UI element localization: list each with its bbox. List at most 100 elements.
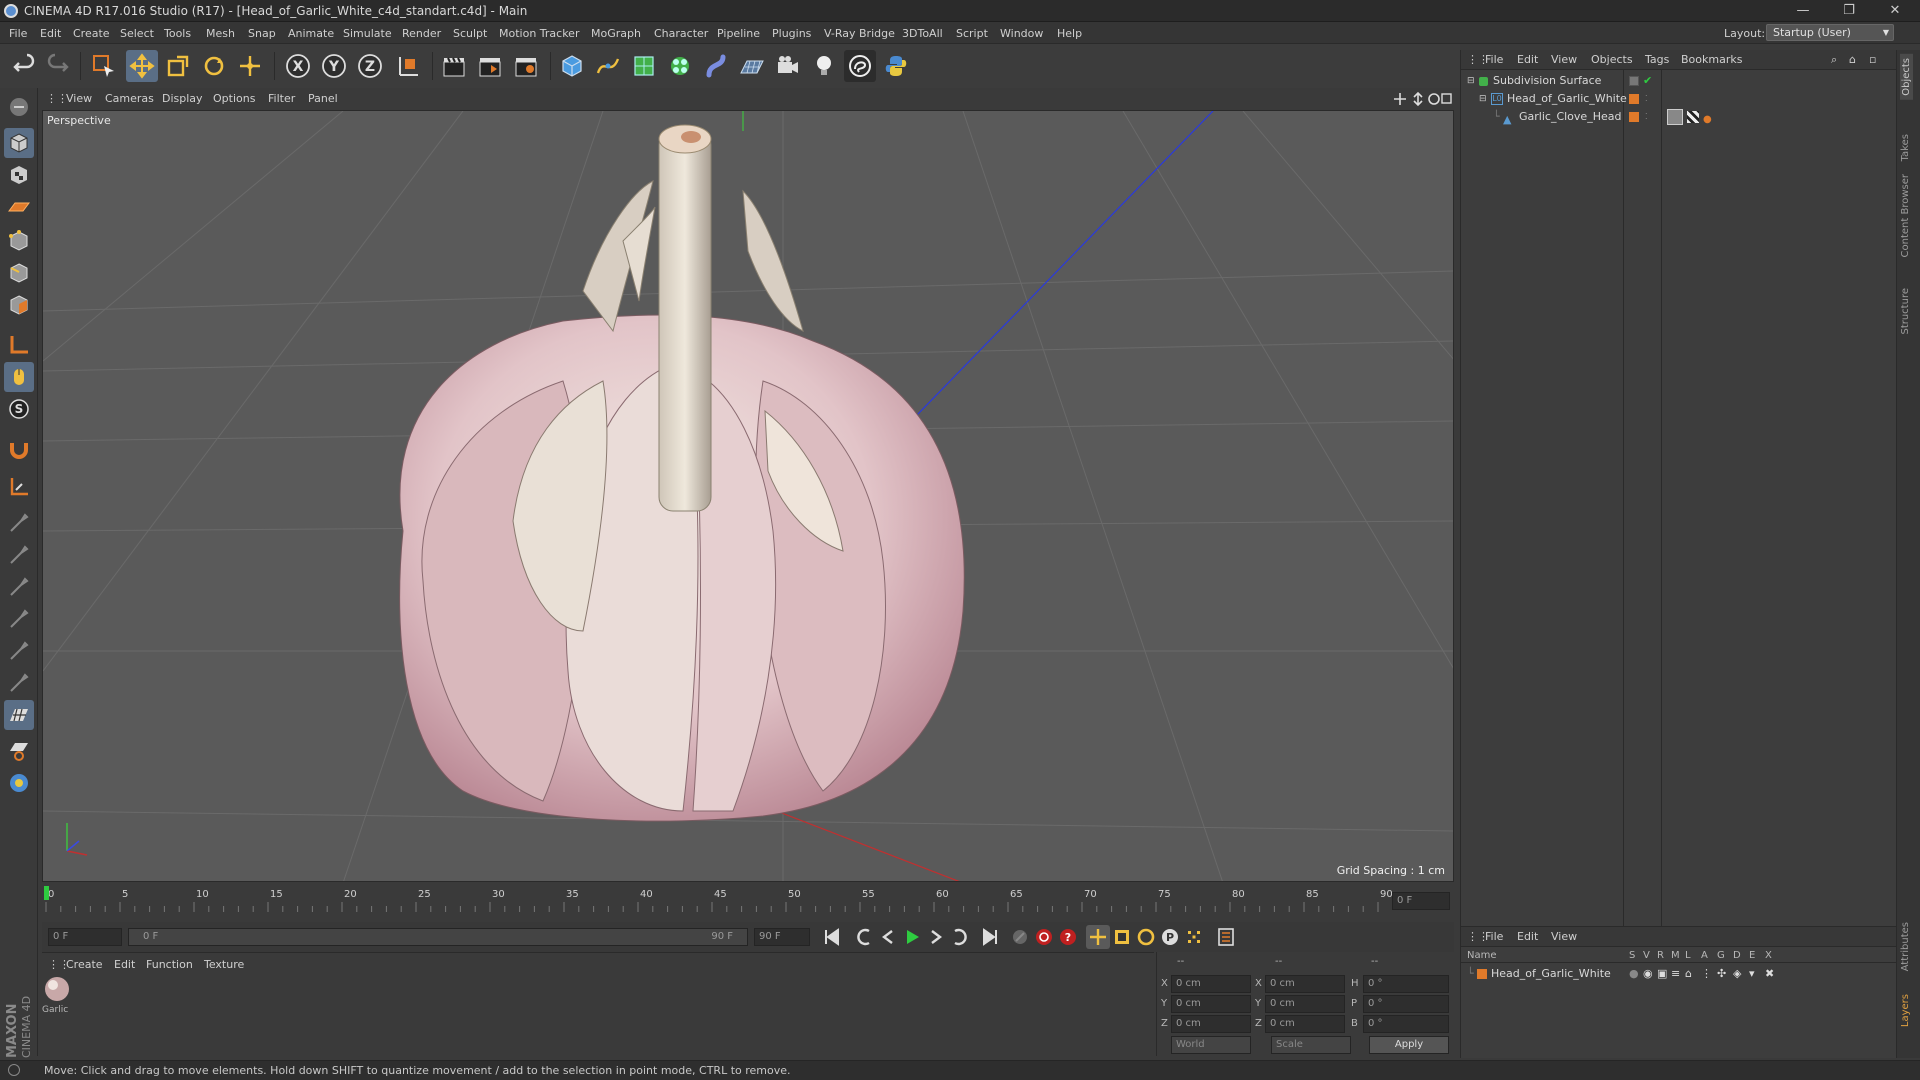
position-y-field[interactable]: 0 cm: [1171, 995, 1251, 1013]
viewport-menu-options[interactable]: Options: [213, 92, 255, 105]
animation-toggle-icon[interactable]: ⋮: [1701, 965, 1712, 983]
cloner-button[interactable]: [664, 50, 696, 82]
next-frame-button[interactable]: [924, 925, 948, 949]
scale-tool-button[interactable]: [162, 50, 194, 82]
menu-vray-bridge[interactable]: V-Ray Bridge: [824, 27, 895, 40]
tweak-mode-button[interactable]: [4, 362, 34, 392]
sculpt-brush-2[interactable]: [4, 540, 34, 570]
position-x-field[interactable]: 0 cm: [1171, 975, 1251, 993]
menu-script[interactable]: Script: [956, 27, 988, 40]
objects-menu-objects[interactable]: Objects: [1591, 53, 1633, 66]
start-frame-field[interactable]: 0 F: [48, 928, 122, 946]
objects-menu-file[interactable]: File: [1485, 53, 1503, 66]
uvw-tag-icon[interactable]: [1687, 111, 1699, 123]
layers-menu-file[interactable]: File: [1485, 930, 1503, 943]
menu-3dtoall[interactable]: 3DToAll: [902, 27, 943, 40]
next-key-button[interactable]: [948, 925, 972, 949]
x-axis-toggle[interactable]: X: [282, 50, 314, 82]
viewport-camera-label[interactable]: Perspective: [47, 114, 111, 127]
play-button[interactable]: [900, 925, 924, 949]
layers-menu-edit[interactable]: Edit: [1517, 930, 1538, 943]
menu-simulate[interactable]: Simulate: [343, 27, 392, 40]
autokey-button[interactable]: ?: [1056, 925, 1080, 949]
locked-workplane-button[interactable]: [4, 734, 34, 764]
axis-lock-button[interactable]: [4, 472, 34, 502]
edges-mode-button[interactable]: [4, 258, 34, 288]
size-z-field[interactable]: 0 cm: [1265, 1015, 1345, 1033]
expression-toggle-icon[interactable]: ▾: [1749, 965, 1755, 983]
python-console-button[interactable]: [4, 768, 34, 798]
lock-icon[interactable]: ⌂: [1685, 965, 1692, 983]
object-row-subdivision-surface[interactable]: ⊟ Subdivision Surface ✔: [1461, 72, 1896, 90]
apply-button[interactable]: Apply: [1369, 1036, 1449, 1054]
menu-mesh[interactable]: Mesh: [206, 27, 235, 40]
previous-key-button[interactable]: [852, 925, 876, 949]
manager-toggle-icon[interactable]: ≡: [1671, 965, 1680, 983]
tab-layers[interactable]: Layers: [1900, 994, 1911, 1027]
key-point-level-button[interactable]: [1182, 925, 1206, 949]
viewport-menu-display[interactable]: Display: [162, 92, 203, 105]
timeline-window-button[interactable]: [1214, 925, 1238, 949]
render-toggle-icon[interactable]: ▣: [1657, 965, 1667, 983]
sketch-toon-button[interactable]: [844, 50, 876, 82]
layout-dropdown[interactable]: Startup (User) ▼: [1766, 24, 1894, 41]
tab-attributes[interactable]: Attributes: [1900, 922, 1911, 971]
menu-pipeline[interactable]: Pipeline: [717, 27, 760, 40]
polygons-mode-button[interactable]: [4, 290, 34, 320]
solo-toggle-icon[interactable]: ●: [1629, 965, 1639, 983]
garlic-model[interactable]: [399, 124, 965, 822]
grid-toggle-button[interactable]: [4, 700, 34, 730]
layers-menu-view[interactable]: View: [1551, 930, 1577, 943]
layer-color-icon[interactable]: [1477, 969, 1487, 979]
panel-options-icon[interactable]: ▫: [1869, 53, 1876, 66]
rotation-p-field[interactable]: 0 °: [1363, 995, 1449, 1013]
y-axis-toggle[interactable]: Y: [318, 50, 350, 82]
material-menu-edit[interactable]: Edit: [114, 958, 135, 971]
sculpt-brush-4[interactable]: [4, 604, 34, 634]
spline-pen-button[interactable]: [592, 50, 624, 82]
render-picture-viewer-button[interactable]: [474, 50, 506, 82]
enabled-check-icon[interactable]: ✔: [1643, 72, 1652, 90]
material-swatch[interactable]: Garlic: [42, 975, 72, 1019]
render-settings-button[interactable]: [510, 50, 542, 82]
viewport-menu-cameras[interactable]: Cameras: [105, 92, 154, 105]
axis-mode-button[interactable]: [4, 330, 34, 360]
visible-eye-icon[interactable]: ◉: [1643, 965, 1653, 983]
position-z-field[interactable]: 0 cm: [1171, 1015, 1251, 1033]
close-button[interactable]: ✕: [1872, 0, 1918, 22]
undo-button[interactable]: [8, 50, 40, 82]
make-editable-button[interactable]: [4, 92, 34, 122]
menu-select[interactable]: Select: [120, 27, 154, 40]
timeline-ruler[interactable]: 0 5 10 15 20 25 30 35 40 45 50 55 60 65 70 75 80 85 90 0 F: [42, 884, 1454, 922]
sculpt-brush-5[interactable]: [4, 636, 34, 666]
objects-menu-tags[interactable]: Tags: [1645, 53, 1669, 66]
size-x-field[interactable]: 0 cm: [1265, 975, 1345, 993]
collapse-icon[interactable]: ⊟: [1479, 90, 1487, 108]
current-frame-field[interactable]: 0 F: [1392, 892, 1450, 910]
deformer-toggle-icon[interactable]: ◈: [1733, 965, 1741, 983]
menu-render[interactable]: Render: [402, 27, 441, 40]
texture-tag-icon[interactable]: [1667, 109, 1683, 125]
viewport-menu-filter[interactable]: Filter: [268, 92, 295, 105]
material-menu-create[interactable]: Create: [66, 958, 103, 971]
preview-range-slider[interactable]: 0 F 90 F: [128, 928, 748, 946]
last-tool-button[interactable]: [234, 50, 266, 82]
viewport-menu-panel[interactable]: Panel: [308, 92, 338, 105]
home-icon[interactable]: ⌂: [1849, 53, 1856, 66]
python-button[interactable]: [880, 50, 912, 82]
menu-window[interactable]: Window: [1000, 27, 1043, 40]
menu-edit[interactable]: Edit: [40, 27, 61, 40]
menu-animate[interactable]: Animate: [288, 27, 334, 40]
end-frame-field[interactable]: 90 F: [754, 928, 810, 946]
menu-sculpt[interactable]: Sculpt: [453, 27, 487, 40]
rotation-h-field[interactable]: 0 °: [1363, 975, 1449, 993]
menu-motion-tracker[interactable]: Motion Tracker: [499, 27, 579, 40]
layer-swatch-icon[interactable]: [1629, 76, 1639, 86]
live-selection-button[interactable]: [88, 50, 120, 82]
tab-structure[interactable]: Structure: [1900, 288, 1911, 335]
go-to-end-button[interactable]: [978, 925, 1002, 949]
floor-object-button[interactable]: [736, 50, 768, 82]
restore-button[interactable]: ❐: [1826, 0, 1872, 22]
sculpt-brush-3[interactable]: [4, 572, 34, 602]
cube-object-button[interactable]: [556, 50, 588, 82]
